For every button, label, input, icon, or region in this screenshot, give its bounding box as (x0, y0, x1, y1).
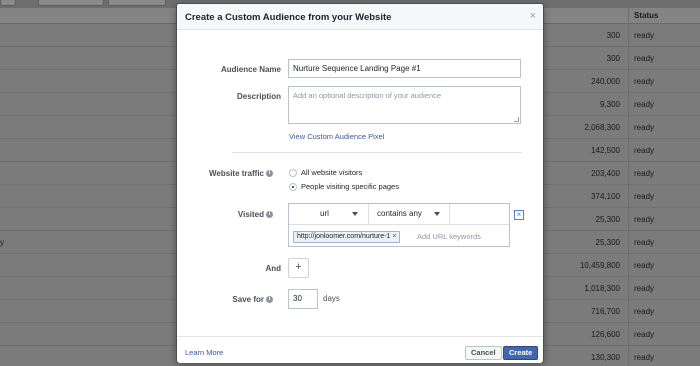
view-pixel-link[interactable]: View Custom Audience Pixel (289, 132, 384, 141)
rule-operator-value: contains any (377, 209, 422, 218)
background-row-status: ready (634, 215, 655, 224)
background-toolbar-button (38, 0, 104, 6)
audience-name-label: Audience Name (220, 65, 281, 74)
days-unit-label: days (323, 294, 340, 303)
radio-specific-pages[interactable]: People visiting specific pages (289, 182, 399, 192)
section-divider (232, 152, 522, 153)
caret-down-icon (434, 212, 440, 216)
caret-down-icon (352, 212, 358, 216)
background-row-value: 25,300 (595, 215, 620, 224)
background-row-status: ready (634, 284, 655, 293)
url-keyword-tag-text: http://jonloomer.com/nurture-1 (297, 233, 391, 240)
background-row-value: 142,500 (591, 146, 620, 155)
radio-specific-pages-label: People visiting specific pages (301, 182, 399, 191)
dialog-footer: Learn More Cancel Create (177, 336, 543, 363)
website-traffic-label-text: Website traffic (209, 169, 264, 178)
background-row-status: ready (634, 54, 655, 63)
save-for-label-text: Save for (232, 295, 264, 304)
remove-rule-icon[interactable]: × (514, 210, 524, 220)
description-placeholder: Add an optional description of your audi… (293, 91, 442, 100)
background-row-status: ready (634, 77, 655, 86)
background-row-value: 9,300 (599, 100, 620, 109)
radio-button-icon[interactable] (289, 169, 297, 178)
url-keyword-tag[interactable]: http://jonloomer.com/nurture-1 × (293, 231, 401, 243)
status-column-header: Status (634, 11, 659, 20)
radio-button-selected-icon[interactable] (289, 183, 297, 192)
background-row-value: 203,400 (591, 169, 620, 178)
background-row-status: ready (634, 238, 655, 247)
background-row-status: ready (634, 261, 655, 270)
background-row-status: ready (634, 123, 655, 132)
background-row-value: 25,300 (595, 238, 620, 247)
visited-label: Visited i (173, 210, 273, 219)
learn-more-link[interactable]: Learn More (185, 348, 223, 357)
background-toolbar-button (0, 0, 16, 6)
background-row-status: ready (634, 31, 655, 40)
remove-tag-icon[interactable]: × (392, 233, 396, 240)
background-row-value: 1,018,300 (584, 284, 620, 293)
background-row-value: 10,459,800 (579, 261, 620, 270)
background-toolbar-button (108, 0, 166, 6)
background-row-value: 374,100 (591, 192, 620, 201)
visited-label-text: Visited (237, 210, 264, 219)
background-row-value: 300 (606, 31, 620, 40)
background-row-status: ready (634, 353, 655, 362)
background-row-status: ready (634, 307, 655, 316)
background-row-status: ready (634, 330, 655, 339)
resize-grip-icon[interactable] (514, 117, 519, 122)
rule-field-select[interactable]: url (289, 204, 369, 224)
add-rule-button[interactable]: + (288, 258, 309, 278)
url-keywords-input[interactable]: Add URL keywords (417, 232, 481, 241)
background-row-value: 126,600 (591, 330, 620, 339)
background-row-value: 130,300 (591, 353, 620, 362)
create-button[interactable]: Create (503, 346, 539, 360)
dialog-header: Create a Custom Audience from your Websi… (177, 4, 543, 30)
create-custom-audience-dialog: Create a Custom Audience from your Websi… (176, 3, 544, 363)
save-for-label: Save for i (173, 295, 273, 304)
audience-name-input[interactable]: Nurture Sequence Landing Page #1 (288, 59, 521, 78)
dialog-title: Create a Custom Audience from your Websi… (185, 12, 392, 23)
background-row-value: 300 (606, 54, 620, 63)
info-icon[interactable]: i (266, 211, 273, 219)
visited-rule-box: url contains any http://jonloomer.com/nu… (288, 203, 510, 247)
background-row-value: 716,700 (591, 307, 620, 316)
background-row-value: 2,068,300 (584, 123, 620, 132)
rule-operator-select[interactable]: contains any (369, 204, 450, 224)
cancel-button[interactable]: Cancel (465, 346, 502, 360)
description-label: Description (236, 92, 281, 101)
website-traffic-label: Website traffic i (173, 169, 273, 178)
background-row-left-text: y (0, 238, 4, 247)
radio-all-visitors[interactable]: All website visitors (289, 168, 363, 178)
background-row-value: 240,000 (591, 77, 620, 86)
radio-all-visitors-label: All website visitors (301, 168, 363, 177)
background-row-status: ready (634, 100, 655, 109)
background-row-status: ready (634, 169, 655, 178)
and-label: And (265, 264, 281, 273)
info-icon[interactable]: i (266, 170, 273, 178)
rule-selectors: url contains any (289, 204, 509, 225)
background-row-status: ready (634, 192, 655, 201)
background-row-status: ready (634, 146, 655, 155)
rule-field-value: url (320, 209, 329, 218)
close-icon[interactable]: × (530, 10, 536, 22)
info-icon[interactable]: i (266, 296, 273, 304)
description-textarea[interactable]: Add an optional description of your audi… (288, 86, 521, 124)
save-for-days-input[interactable]: 30 (288, 289, 318, 309)
